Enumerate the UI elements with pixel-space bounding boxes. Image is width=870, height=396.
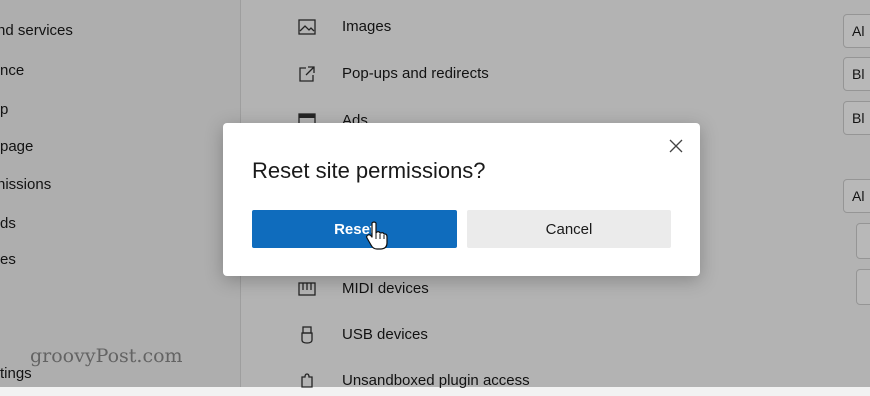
cancel-button[interactable]: Cancel [467,210,671,248]
dialog-title: Reset site permissions? [252,158,486,183]
close-icon[interactable] [666,136,686,156]
cancel-button-label: Cancel [545,220,593,238]
reset-button[interactable]: Reset [252,210,457,248]
reset-permissions-dialog: Reset site permissions? Reset Cancel [223,123,700,276]
hand-cursor-icon [366,221,388,251]
